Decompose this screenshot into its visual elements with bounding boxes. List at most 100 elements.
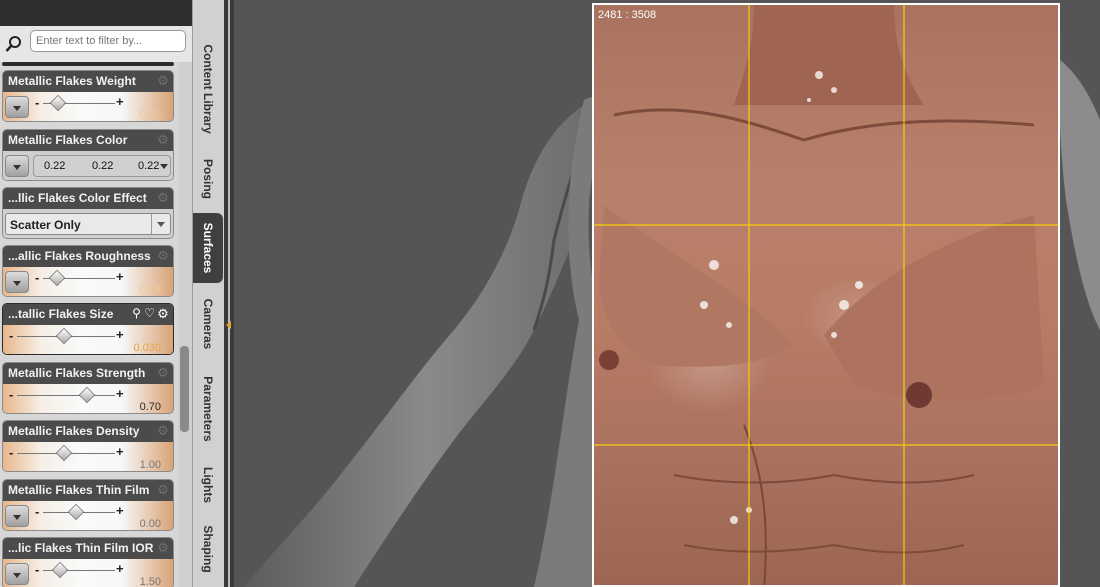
property-header: ...allic Flakes Roughness ⚙ [3, 246, 173, 267]
property-label: ...allic Flakes Roughness [8, 249, 151, 263]
decrement-button[interactable]: - [35, 504, 39, 519]
property-value[interactable]: 0.00 [140, 518, 161, 530]
slider-knob[interactable] [55, 443, 71, 461]
property-value[interactable]: 0.030 [133, 342, 161, 354]
property-label: Metallic Flakes Color [8, 133, 128, 147]
viewport-3d[interactable]: 2481 : 3508 [234, 0, 1100, 587]
property-body: - + 1.00 [3, 442, 173, 471]
property-metallic-flakes-color-effect[interactable]: ...llic Flakes Color Effect ⚙ Scatter On… [2, 187, 174, 239]
tab-content-library[interactable]: Content Library [193, 30, 223, 148]
pane-splitter[interactable] [224, 0, 234, 587]
property-metallic-flakes-color[interactable]: Metallic Flakes Color ⚙ 0.22 0.22 0.22 [2, 129, 174, 181]
chevron-down-icon[interactable] [5, 505, 29, 527]
increment-button[interactable]: + [116, 94, 124, 109]
slider-knob[interactable] [55, 326, 71, 344]
increment-button[interactable]: + [116, 327, 124, 342]
filter-input[interactable] [30, 30, 186, 52]
gear-icon[interactable]: ⚙ [156, 307, 170, 321]
property-label: ...tallic Flakes Size [8, 307, 114, 321]
property-value[interactable]: 0.70 [140, 401, 161, 413]
slider-knob[interactable] [49, 93, 65, 111]
link-icon[interactable]: ⚲ [132, 306, 141, 320]
color-green-value[interactable]: 0.22 [92, 160, 113, 172]
property-value[interactable]: 0.18 [140, 284, 161, 296]
decrement-button[interactable]: - [9, 387, 13, 402]
slider-knob[interactable] [51, 560, 67, 578]
tab-shaping[interactable]: Shaping [193, 518, 223, 580]
chevron-down-icon[interactable] [151, 214, 170, 234]
surface-properties-pane: Metallic Flakes Weight ⚙ - + 0.20 Metall… [0, 0, 196, 587]
increment-button[interactable]: + [116, 561, 124, 576]
property-label: Metallic Flakes Weight [8, 74, 136, 88]
property-metallic-flakes-size[interactable]: ...tallic Flakes Size ⚲ ♡ ⚙ - + 0.030 [2, 303, 174, 355]
decrement-button[interactable]: - [9, 445, 13, 460]
property-label: ...lic Flakes Thin Film IOR [8, 541, 154, 555]
property-body: - + 0.70 [3, 384, 173, 413]
chevron-down-icon[interactable] [5, 96, 29, 118]
search-icon[interactable] [5, 35, 23, 53]
property-value[interactable]: 1.00 [140, 459, 161, 471]
decrement-button[interactable]: - [35, 562, 39, 577]
increment-button[interactable]: + [116, 269, 124, 284]
property-label: Metallic Flakes Density [8, 424, 140, 438]
property-body: - + 0.18 [3, 267, 173, 296]
gear-icon[interactable]: ⚙ [156, 191, 170, 205]
pane-top-strip [0, 0, 192, 26]
color-value-fields[interactable]: 0.22 0.22 0.22 [33, 155, 171, 177]
property-body: - + 0.00 [3, 501, 173, 530]
pane-divider [2, 62, 174, 66]
property-metallic-flakes-weight[interactable]: Metallic Flakes Weight ⚙ - + 0.20 [2, 70, 174, 122]
scrollbar-thumb[interactable] [180, 346, 189, 432]
chevron-down-icon[interactable] [5, 563, 29, 585]
slider-knob[interactable] [67, 502, 83, 520]
pane-scrollbar[interactable] [178, 62, 192, 587]
property-metallic-flakes-thin-film[interactable]: Metallic Flakes Thin Film ⚙ - + 0.00 [2, 479, 174, 531]
gear-icon[interactable]: ⚙ [156, 249, 170, 263]
tab-posing[interactable]: Posing [193, 150, 223, 208]
tab-surfaces[interactable]: Surfaces [193, 213, 223, 283]
slider-knob[interactable] [48, 268, 64, 286]
property-header-icons: ⚲ ♡ [132, 306, 155, 320]
gear-icon[interactable]: ⚙ [156, 483, 170, 497]
tab-label: Posing [201, 158, 215, 200]
decrement-button[interactable]: - [35, 270, 39, 285]
chevron-down-icon[interactable] [5, 155, 29, 177]
tab-parameters[interactable]: Parameters [193, 366, 223, 452]
decrement-button[interactable]: - [9, 328, 13, 343]
gear-icon[interactable]: ⚙ [156, 74, 170, 88]
gear-icon[interactable]: ⚙ [156, 541, 170, 555]
property-header: ...llic Flakes Color Effect ⚙ [3, 188, 173, 209]
gear-icon[interactable]: ⚙ [156, 424, 170, 438]
chevron-down-icon[interactable] [160, 164, 168, 173]
color-effect-select[interactable]: Scatter Only [5, 213, 171, 235]
torso-render [594, 5, 1058, 585]
gear-icon[interactable]: ⚙ [156, 133, 170, 147]
property-label: ...llic Flakes Color Effect [8, 191, 147, 205]
gear-icon[interactable]: ⚙ [156, 366, 170, 380]
property-value[interactable]: 1.50 [140, 576, 161, 587]
increment-button[interactable]: + [116, 503, 124, 518]
property-metallic-flakes-roughness[interactable]: ...allic Flakes Roughness ⚙ - + 0.18 [2, 245, 174, 297]
property-metallic-flakes-density[interactable]: Metallic Flakes Density ⚙ - + 1.00 [2, 420, 174, 472]
property-metallic-flakes-thin-film-ior[interactable]: ...lic Flakes Thin Film IOR ⚙ - + 1.50 [2, 537, 174, 587]
slider-track[interactable] [17, 395, 115, 396]
property-header: Metallic Flakes Thin Film ⚙ [3, 480, 173, 501]
tab-cameras[interactable]: Cameras [193, 290, 223, 358]
tab-lights[interactable]: Lights [193, 460, 223, 510]
property-metallic-flakes-strength[interactable]: Metallic Flakes Strength ⚙ - + 0.70 [2, 362, 174, 414]
color-red-value[interactable]: 0.22 [44, 160, 65, 172]
decrement-button[interactable]: - [35, 95, 39, 110]
tab-label: Shaping [201, 525, 215, 573]
increment-button[interactable]: + [116, 386, 124, 401]
color-blue-value[interactable]: 0.22 [138, 160, 159, 172]
increment-button[interactable]: + [116, 444, 124, 459]
property-label: Metallic Flakes Thin Film [8, 483, 150, 497]
heart-icon[interactable]: ♡ [144, 306, 155, 320]
property-value[interactable]: 0.20 [140, 109, 161, 121]
pane-tab-strip: Content Library Posing Surfaces Cameras … [192, 0, 225, 587]
property-header: Metallic Flakes Color ⚙ [3, 130, 173, 151]
tab-label: Surfaces [201, 222, 215, 274]
chevron-down-icon[interactable] [5, 271, 29, 293]
property-header: Metallic Flakes Strength ⚙ [3, 363, 173, 384]
slider-knob[interactable] [78, 385, 94, 403]
